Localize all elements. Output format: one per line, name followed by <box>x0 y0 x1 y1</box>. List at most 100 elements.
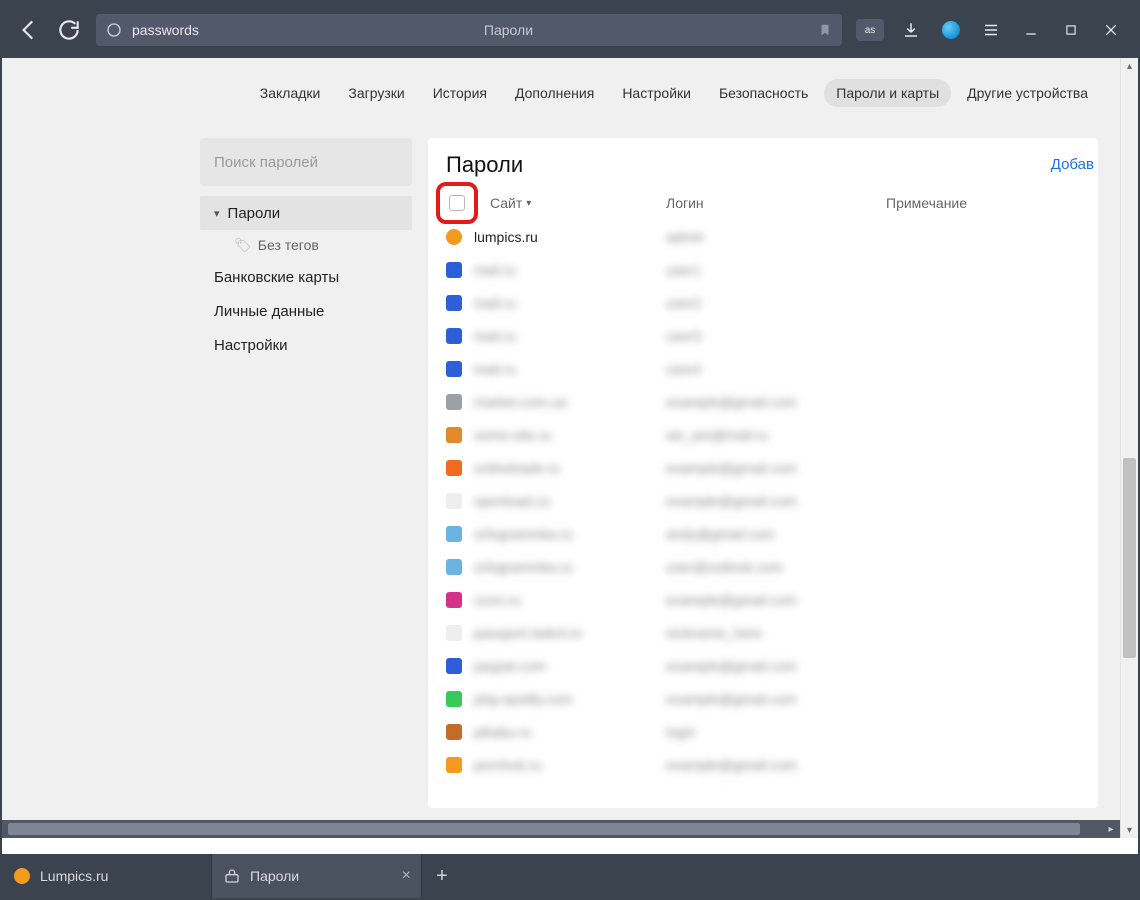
favicon <box>446 625 462 641</box>
column-login-label: Логин <box>666 195 886 211</box>
tab-favicon <box>14 868 30 884</box>
nav-item-6[interactable]: Пароли и карты <box>824 79 951 107</box>
password-row[interactable]: market.com.uaexample@gmail.com <box>428 385 1098 418</box>
nav-item-0[interactable]: Закладки <box>248 79 333 107</box>
favicon <box>446 361 462 377</box>
row-site: ozon.ru <box>474 592 666 608</box>
row-site: play.spotify.com <box>474 691 666 707</box>
password-row[interactable]: mail.ruuser2 <box>428 286 1098 319</box>
vertical-scrollbar[interactable]: ▴ ▾ <box>1120 58 1138 838</box>
row-site: mail.ru <box>474 262 666 278</box>
chevron-down-icon: ▾ <box>214 207 220 220</box>
window-close-button[interactable] <box>1098 17 1124 43</box>
address-bar[interactable]: passwords Пароли <box>96 14 842 46</box>
password-row[interactable]: ozon.ruexample@gmail.com <box>428 583 1098 616</box>
tag-icon: 🏷 <box>234 237 252 254</box>
row-login: example@gmail.com <box>666 691 886 707</box>
password-row[interactable]: mail.ruuser4 <box>428 352 1098 385</box>
nav-item-7[interactable]: Другие устройства <box>955 79 1100 107</box>
extension-lastfm-icon[interactable]: as <box>856 19 884 41</box>
row-site: paypal.com <box>474 658 666 674</box>
scroll-up-icon[interactable]: ▴ <box>1121 58 1138 74</box>
row-site: orfogrammka.ru <box>474 526 666 542</box>
reload-button[interactable] <box>56 17 82 43</box>
password-row[interactable]: paypal.comexample@gmail.com <box>428 649 1098 682</box>
password-row[interactable]: play.spotify.comexample@gmail.com <box>428 682 1098 715</box>
tab-favicon <box>224 868 240 884</box>
back-button[interactable] <box>16 17 42 43</box>
select-all-checkbox[interactable] <box>449 195 465 211</box>
nav-item-1[interactable]: Загрузки <box>336 79 416 107</box>
password-search-input[interactable]: Поиск паролей <box>200 138 412 186</box>
scrollbar-thumb-h[interactable] <box>8 823 1080 835</box>
sidebar-sub-item[interactable]: 🏷Без тегов <box>200 230 412 260</box>
favicon <box>446 427 462 443</box>
row-site: mail.ru <box>474 361 666 377</box>
password-row[interactable]: mail.ruuser1 <box>428 253 1098 286</box>
favicon <box>446 328 462 344</box>
password-row[interactable]: mail.ruuser3 <box>428 319 1098 352</box>
omnibox-title: Пароли <box>209 22 808 38</box>
password-row[interactable]: orfogrammka.ruuser@outlook.com <box>428 550 1098 583</box>
scroll-right-icon[interactable]: ▸ <box>1102 820 1120 838</box>
nav-item-4[interactable]: Настройки <box>610 79 703 107</box>
password-row[interactable]: passport.twitch.tvnickname_here <box>428 616 1098 649</box>
menu-icon[interactable] <box>978 17 1004 43</box>
password-row[interactable]: lumpics.ruadmin <box>428 220 1098 253</box>
password-row[interactable]: pornhub.ruexample@gmail.com <box>428 748 1098 781</box>
tab-label: Пароли <box>250 868 299 884</box>
password-row[interactable]: orfogrammka.ruandy@gmail.com <box>428 517 1098 550</box>
column-site-sort[interactable]: Сайт ▾ <box>490 195 531 211</box>
row-login: user4 <box>666 361 886 377</box>
sidebar-item-0[interactable]: ▾Пароли <box>200 196 412 230</box>
row-login: example@gmail.com <box>666 592 886 608</box>
sidebar-item-2[interactable]: Банковские карты <box>200 260 412 294</box>
browser-tab-0[interactable]: Lumpics.ru <box>2 854 212 898</box>
row-site: market.com.ua <box>474 394 666 410</box>
password-row[interactable]: openload.coexample@gmail.com <box>428 484 1098 517</box>
row-site: onlinetrade.ru <box>474 460 666 476</box>
scrollbar-thumb[interactable] <box>1123 458 1136 658</box>
nav-item-3[interactable]: Дополнения <box>503 79 606 107</box>
nav-item-5[interactable]: Безопасность <box>707 79 820 107</box>
row-site: orfogrammka.ru <box>474 559 666 575</box>
new-tab-button[interactable]: + <box>422 854 462 898</box>
window-maximize-button[interactable] <box>1058 17 1084 43</box>
sidebar: Поиск паролей ▾Пароли🏷Без теговБанковски… <box>200 138 412 808</box>
browser-tab-1[interactable]: Пароли × <box>212 854 422 898</box>
row-site: openload.co <box>474 493 666 509</box>
row-login: login <box>666 724 886 740</box>
password-row[interactable]: onlinetrade.ruexample@gmail.com <box>428 451 1098 484</box>
row-login: user@outlook.com <box>666 559 886 575</box>
favicon <box>446 691 462 707</box>
favicon <box>446 394 462 410</box>
tab-label: Lumpics.ru <box>40 868 108 884</box>
favicon <box>446 493 462 509</box>
row-login: user1 <box>666 262 886 278</box>
favicon <box>446 460 462 476</box>
scroll-down-icon[interactable]: ▾ <box>1121 822 1138 838</box>
horizontal-scrollbar[interactable]: ◂ ▸ <box>2 820 1120 838</box>
bookmark-icon[interactable] <box>818 23 832 37</box>
password-row[interactable]: some-site.ruwe_are@mail.ru <box>428 418 1098 451</box>
row-site: some-site.ru <box>474 427 666 443</box>
row-login: example@gmail.com <box>666 493 886 509</box>
sidebar-item-3[interactable]: Личные данные <box>200 294 412 328</box>
row-login: we_are@mail.ru <box>666 427 886 443</box>
row-login: example@gmail.com <box>666 757 886 773</box>
password-row[interactable]: pikabu.rulogin <box>428 715 1098 748</box>
column-note-label: Примечание <box>886 195 1080 211</box>
favicon <box>446 757 462 773</box>
window-minimize-button[interactable] <box>1018 17 1044 43</box>
tab-strip: Lumpics.ru Пароли × + <box>2 854 1138 898</box>
downloads-icon[interactable] <box>898 17 924 43</box>
sidebar-item-4[interactable]: Настройки <box>200 328 412 362</box>
browser-toolbar: passwords Пароли as <box>2 2 1138 58</box>
favicon <box>446 229 462 245</box>
row-login: example@gmail.com <box>666 460 886 476</box>
password-row[interactable]: qiwi.ruexample@gmail.com <box>428 781 1098 786</box>
nav-item-2[interactable]: История <box>421 79 499 107</box>
profile-icon[interactable] <box>938 17 964 43</box>
add-password-link[interactable]: Добав <box>1051 156 1098 173</box>
tab-close-icon[interactable]: × <box>402 867 411 885</box>
